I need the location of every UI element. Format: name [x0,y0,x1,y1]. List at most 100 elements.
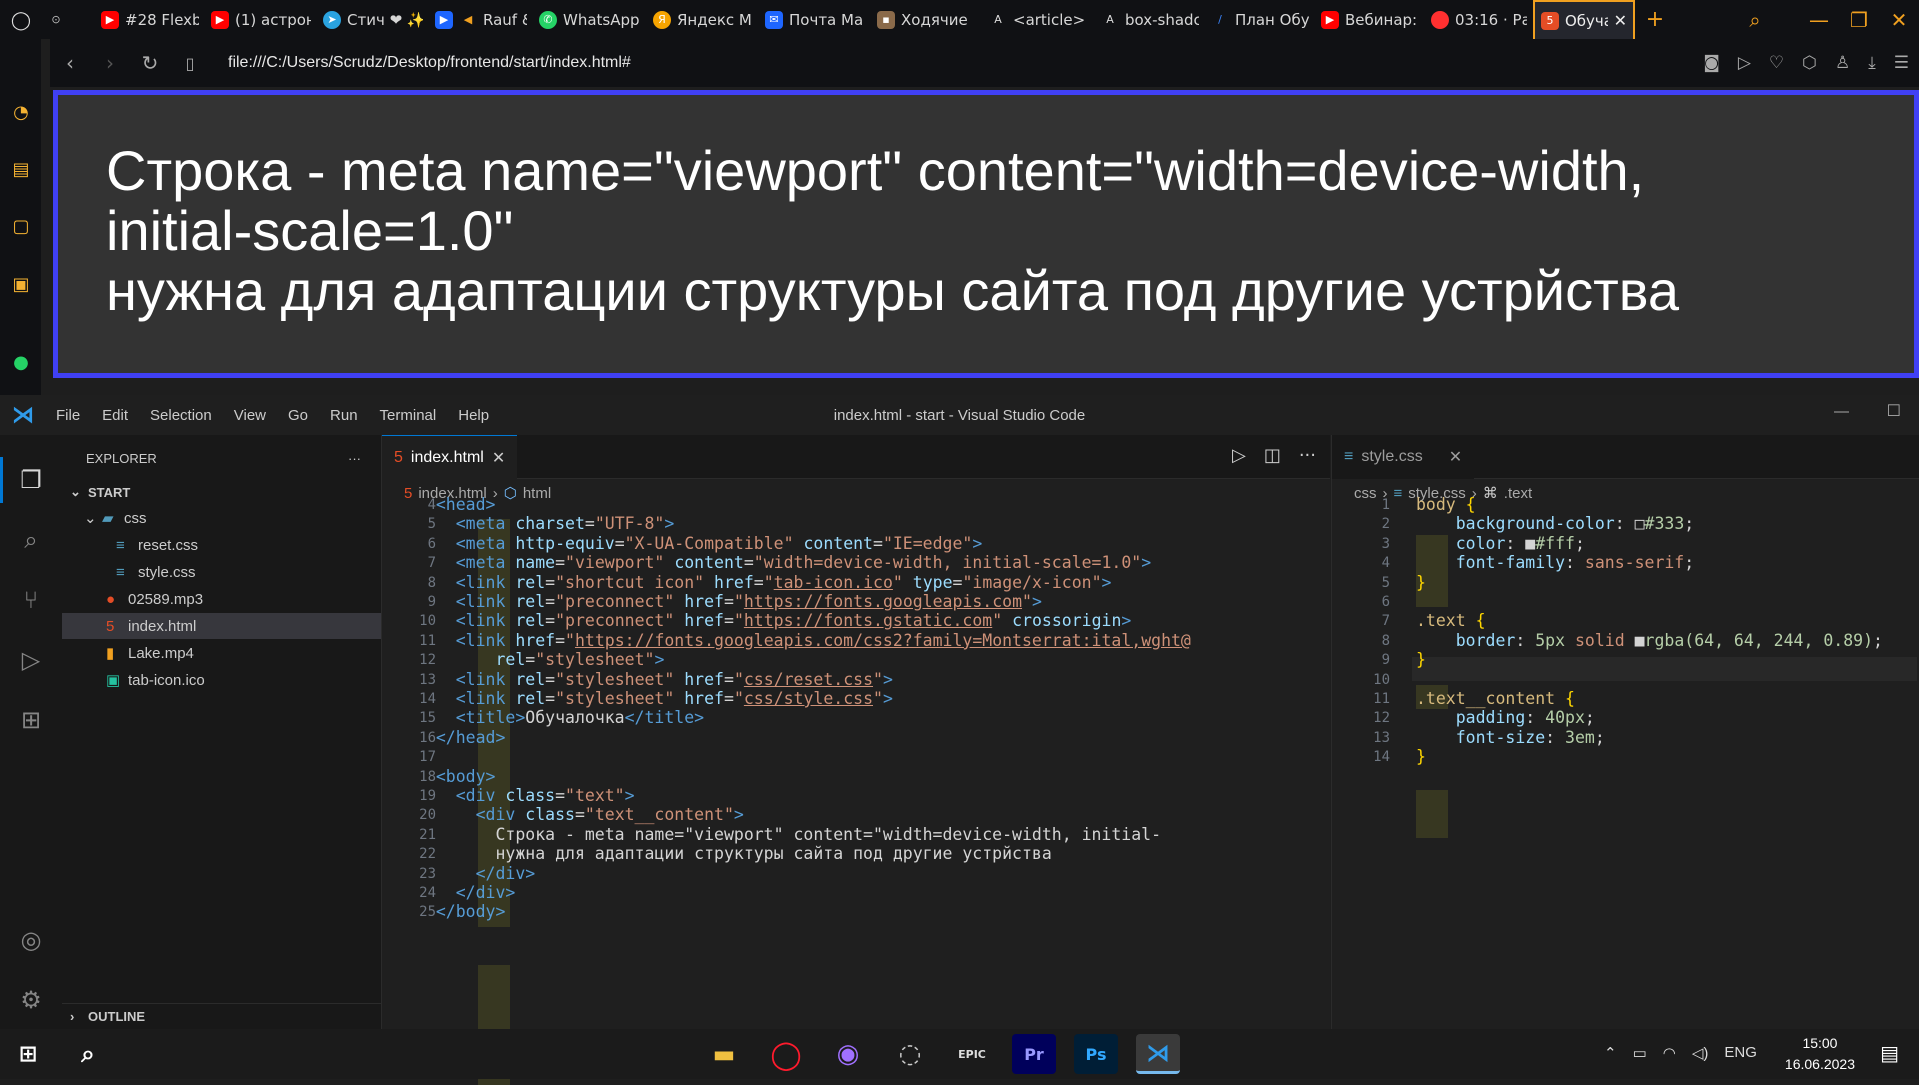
vscode-icon[interactable]: ⋊ [1136,1034,1180,1074]
language-indicator[interactable]: ENG [1724,1044,1757,1062]
chip-icon[interactable]: ▣ [9,272,33,296]
close-window-icon[interactable]: ✕ [1879,8,1919,32]
minimize-icon[interactable]: — [1799,8,1839,32]
explorer-icon[interactable]: ❐ [16,465,46,495]
run-icon[interactable]: ▷ [1232,445,1246,466]
speed-dial-icon[interactable]: ◔ [9,100,33,124]
file-explorer-icon[interactable]: ▬ [702,1034,746,1074]
close-tab-icon[interactable]: ✕ [492,448,505,468]
split-editor-icon[interactable]: ◫ [1264,445,1281,466]
browser-tab[interactable]: ⊙ [41,0,95,39]
code-line: <title>Обучалочка</title> [416,708,705,728]
whatsapp-icon[interactable]: ● [9,350,33,374]
new-tab-icon[interactable]: + [1635,7,1675,32]
run-debug-icon[interactable]: ▷ [16,645,46,675]
editor-tab-index-html[interactable]: 5 index.html ✕ [382,435,518,479]
editor-group-html: 5 index.html ✕ ▷ ◫ ··· 5 index.html › ⬡ html 4… [382,435,1330,1085]
folder-start[interactable]: ⌄ START [62,479,381,505]
activity-bar: ❐ ⌕ ⑂ ▷ ⊞ ◎ ⚙ [0,435,62,1029]
premiere-icon[interactable]: Pr [1012,1034,1056,1074]
search-icon[interactable]: ⌕ [66,1034,110,1074]
file-style-css[interactable]: ≡ style.css [62,559,381,585]
notifications-icon[interactable]: ▤ [1880,1041,1899,1065]
browser-tab[interactable]: Я Яндекс М [647,0,759,39]
browser-tab-strip: ⊙ ▶#28 Flexbo ▶(1) астрон ➤Стич ❤ ✨ ▶◀Ra… [41,0,1919,39]
css-file-icon: ≡ [1344,448,1354,465]
steam-icon[interactable]: ◌ [888,1034,932,1074]
browser-tab[interactable]: ▶ Вебинар: [1315,0,1425,39]
file-mp3[interactable]: ● 02589.mp3 [62,586,381,612]
menu-edit[interactable]: Edit [102,407,128,424]
file-tab-icon[interactable]: ▣ tab-icon.ico [62,667,381,693]
menu-file[interactable]: File [56,407,80,424]
shopping-icon[interactable]: ▤ [9,157,33,181]
opera-logo-icon[interactable]: ◯ [9,8,33,32]
code-line: <link rel="preconnect" href="https://fon… [416,592,1042,611]
maximize-icon[interactable]: ☐ [1887,401,1901,421]
source-control-icon[interactable]: ⑂ [16,585,46,615]
heart-icon[interactable]: ♡ [1769,53,1784,73]
photoshop-icon[interactable]: Ps [1074,1034,1118,1074]
search-tabs-icon[interactable]: ⌕ [1735,8,1775,32]
close-tab-icon[interactable]: ✕ [1614,11,1627,30]
minimize-icon[interactable]: — [1834,403,1849,420]
search-icon[interactable]: ⌕ [16,525,46,555]
battery-icon[interactable]: ▭ [1633,1044,1647,1062]
browser-tab-active[interactable]: 5Обуча✕ [1533,0,1635,39]
accounts-icon[interactable]: ◎ [16,925,46,955]
browser-tab[interactable]: / План Обу [1205,0,1315,39]
browser-tab[interactable]: ▶ (1) астрон [205,0,317,39]
forward-icon[interactable]: › [90,51,130,75]
browser-tab[interactable]: Abox-shadc [1095,0,1205,39]
menu-help[interactable]: Help [458,407,489,424]
close-tab-icon[interactable]: ✕ [1449,447,1462,467]
twitch-icon[interactable]: ▢ [9,214,33,238]
browser-tab[interactable]: ▪ Ходячие [871,0,983,39]
menu-selection[interactable]: Selection [150,407,212,424]
tray-chevron-icon[interactable]: ⌃ [1604,1044,1617,1062]
profile-icon[interactable]: ♙ [1835,53,1850,73]
menu-terminal[interactable]: Terminal [380,407,437,424]
volume-icon[interactable]: ◁) [1692,1044,1709,1062]
camera-icon[interactable]: ◙ [1703,53,1720,73]
code-line: нужна для адаптации структуры сайта под … [416,844,1052,864]
reload-icon[interactable]: ↻ [130,51,170,75]
menu-view[interactable]: View [234,407,266,424]
element-icon: ⬡ [503,485,517,502]
extensions-icon[interactable]: ⊞ [16,705,46,735]
settings-gear-icon[interactable]: ⚙ [16,985,46,1015]
send-icon[interactable]: ▷ [1738,53,1751,73]
download-icon[interactable]: ⤓ [1868,53,1876,73]
wifi-icon[interactable]: ◠ [1663,1044,1676,1062]
more-actions-icon[interactable]: ··· [348,451,361,466]
file-reset-css[interactable]: ≡ reset.css [62,532,381,558]
browser-tab[interactable]: ▶◀Rauf & [429,0,533,39]
back-icon[interactable]: ‹ [50,51,90,75]
outline-section[interactable]: › OUTLINE [62,1003,381,1029]
file-index-html[interactable]: 5 index.html [62,613,381,639]
url-field[interactable]: file:///C:/Users/Scrudz/Desktop/frontend… [228,54,631,72]
restore-icon[interactable]: ❐ [1839,8,1879,32]
folder-css[interactable]: ⌄ ▰ css [62,505,381,531]
more-actions-icon[interactable]: ··· [1299,445,1316,466]
browser-tab[interactable]: ➤ Стич ❤ ✨ [317,0,429,39]
windows-start-icon[interactable]: ⊞ [6,1034,50,1074]
file-lake-mp4[interactable]: ▮ Lake.mp4 [62,640,381,666]
menu-run[interactable]: Run [330,407,358,424]
browser-tab[interactable]: ▶#28 Flexbo [95,0,205,39]
clock[interactable]: 15:00 16.06.2023 [1785,1033,1855,1075]
easy-setup-icon[interactable]: ☰ [1894,53,1909,73]
menu-go[interactable]: Go [288,407,308,424]
browser-tab[interactable]: 03:16 · Ра [1425,0,1533,39]
editor-tab-style-css[interactable]: ≡ style.css ✕ [1332,435,1475,479]
folder-icon: ▰ [102,510,114,527]
cube-icon[interactable]: ⬡ [1802,53,1817,73]
discord-icon[interactable]: ◉ [826,1034,870,1074]
opera-icon[interactable]: ◯ [764,1034,808,1074]
code-line: </body> [416,902,506,922]
windows-taskbar: ⊞ ⌕ ▬ ◯ ◉ ◌ EPIC Pr Ps ⋊ ⌃ ▭ ◠ ◁) ENG 15… [0,1029,1919,1079]
browser-tab[interactable]: A <article> [983,0,1095,39]
browser-tab[interactable]: ✉ Почта Ма [759,0,871,39]
browser-tab[interactable]: ✆ WhatsApp [533,0,647,39]
epic-games-icon[interactable]: EPIC [950,1034,994,1074]
